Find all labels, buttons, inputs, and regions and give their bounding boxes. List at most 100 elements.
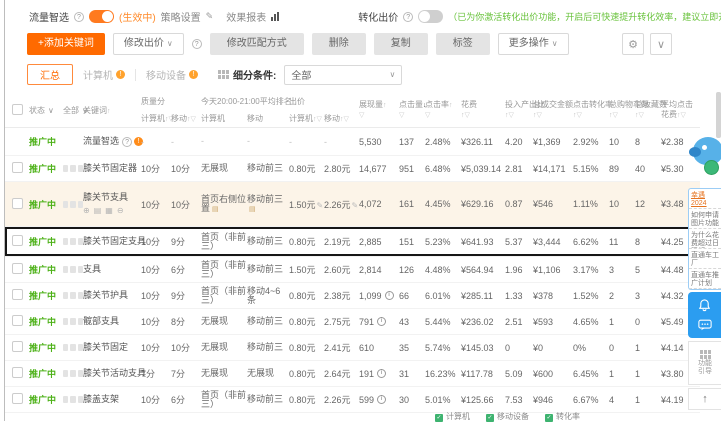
keyword-text[interactable]: 流量智选 [83, 136, 119, 147]
header-gmv[interactable]: 总成交金额 ↑▽ [533, 100, 573, 120]
info-icon[interactable]: i [377, 369, 387, 378]
header-match[interactable]: 全部 ∨ [63, 105, 88, 116]
header-ctr[interactable]: 点击率↑ ▽ [425, 100, 461, 120]
delete-button[interactable]: 删除 [311, 33, 366, 55]
bid-pc[interactable]: 0.80元✎ [289, 393, 324, 406]
vertical-scrollbar-thumb[interactable] [716, 92, 721, 138]
row-checkbox[interactable] [11, 315, 23, 326]
legend-item[interactable]: ✓ 计算机 [435, 411, 470, 422]
bid-mobile[interactable]: 2.38元✎ [324, 289, 359, 302]
keyword-text[interactable]: 膝关节支具 [83, 192, 128, 203]
help-panel[interactable]: 幸遇2024如何申请图片功能为什么花费超过日限额直通车工厂直通车推广计划 [688, 188, 721, 290]
bar-chart-icon[interactable] [271, 12, 280, 21]
header-bid-pc[interactable]: 计算机↑▽ [289, 113, 324, 124]
select-all-checkbox[interactable] [11, 103, 23, 115]
bid-pc[interactable]: 0.80元✎ [289, 367, 324, 380]
header-impressions[interactable]: 展现量↑ ▽ [359, 100, 399, 120]
rank-detail-icon[interactable]: ▤ [212, 206, 219, 213]
header-cart[interactable]: 总购物车数 ↑▽ [609, 100, 649, 120]
strategy-settings-link[interactable]: 策略设置 [161, 9, 201, 24]
assistant-green-icon[interactable] [704, 160, 719, 175]
bid-mobile[interactable]: 2.26元✎ [324, 393, 359, 406]
bid-mobile[interactable]: -✎ [324, 137, 359, 147]
bid-pc[interactable]: 1.50元✎ [289, 263, 324, 276]
more-actions-dropdown[interactable]: 更多操作 ∨ [497, 33, 569, 55]
bid-pc[interactable]: 0.80元✎ [289, 341, 324, 354]
bid-mobile[interactable]: 2.41元✎ [324, 341, 359, 354]
header-rank-mobile[interactable]: 移动 [247, 113, 289, 124]
header-clicks[interactable]: 点击量↓ ▽ [399, 100, 427, 120]
rank-detail-icon[interactable]: ▤ [249, 206, 256, 213]
header-roi[interactable]: 投入产出比 ↑▽ [505, 100, 545, 120]
keyword-text[interactable]: 膝关节固定器 [83, 163, 137, 174]
header-status[interactable]: 状态 ∨ [29, 105, 63, 116]
keyword-quick-actions[interactable]: ⊕ ▤ ▦ ⊖ [83, 205, 141, 216]
keyword-text[interactable]: 膝关节活动支具 [83, 368, 146, 379]
row-checkbox[interactable] [11, 263, 23, 274]
keyword-text[interactable]: 膝盖支架 [83, 394, 119, 405]
tab-summary[interactable]: 汇总 [27, 64, 73, 85]
info-icon[interactable]: ? [191, 39, 202, 49]
keyword-text[interactable]: 膝关节护具 [83, 290, 128, 301]
info-icon[interactable]: ? [74, 11, 84, 22]
conversion-bid-toggle[interactable] [418, 10, 444, 23]
gear-icon[interactable]: ⚙ [622, 33, 644, 55]
bid-mobile[interactable]: 2.19元✎ [324, 235, 359, 248]
bid-mobile[interactable]: 2.80元✎ [324, 162, 359, 175]
bell-icon[interactable] [698, 299, 711, 312]
row-checkbox[interactable] [11, 289, 23, 300]
edit-pencil-icon[interactable]: ✎ [206, 11, 214, 22]
bid-pc[interactable]: 0.80元✎ [289, 162, 324, 175]
report-link[interactable]: 效果报表 [226, 9, 266, 24]
row-checkbox[interactable] [11, 235, 23, 246]
help-link[interactable]: 直通车工厂 [689, 249, 721, 269]
tag-button[interactable]: 标签 [435, 33, 490, 55]
info-icon[interactable]: i [377, 317, 387, 326]
header-quality-mobile[interactable]: 移动↑▽ [171, 113, 201, 124]
row-checkbox[interactable] [11, 197, 23, 209]
bid-pc[interactable]: 0.80元✎ [289, 315, 324, 328]
row-checkbox[interactable] [11, 162, 23, 173]
help-link[interactable]: 直通车推广计划 [689, 269, 721, 289]
header-cpc[interactable]: 平均点击 花费↑▽ [661, 100, 695, 120]
bid-pc[interactable]: 0.80元✎ [289, 235, 324, 248]
header-cvr[interactable]: 点击转化率 ↑▽ [573, 100, 613, 120]
header-quality-pc[interactable]: 计算机↑▽ [141, 113, 174, 124]
copy-button[interactable]: 复制 [373, 33, 428, 55]
tab-mobile[interactable]: 移动设备! [136, 67, 208, 82]
modify-bid-dropdown[interactable]: 修改出价 ∨ [112, 33, 184, 55]
tab-pc[interactable]: 计算机! [73, 67, 135, 82]
header-cost[interactable]: 花费 ↑▽ [461, 100, 505, 120]
legend-item[interactable]: ✓ 转化率 [545, 411, 580, 422]
keyword-text[interactable]: 髋部支具 [83, 316, 119, 327]
traffic-smart-toggle[interactable] [89, 10, 114, 23]
keyword-text[interactable]: 膝关节固定支具 [83, 236, 146, 247]
header-bid-mobile[interactable]: 移动↑▽ [324, 113, 359, 124]
header-fav[interactable]: 总收藏数 ↑▽ [635, 100, 667, 120]
keyword-text[interactable]: 膝关节固定 [83, 342, 128, 353]
help-link[interactable]: 如何申请图片功能 [689, 209, 721, 229]
feature-guide-button[interactable]: 功能引导 [688, 341, 721, 385]
info-icon[interactable]: i [377, 395, 387, 404]
info-icon[interactable]: ? [403, 11, 414, 22]
bid-pc[interactable]: -✎ [289, 137, 324, 147]
add-keyword-button[interactable]: +添加关键词 [27, 33, 105, 55]
help-link[interactable]: 为什么花费超过日限额 [689, 229, 721, 249]
bid-pc[interactable]: 1.50元✎ [289, 198, 324, 211]
bid-mobile[interactable]: 2.75元✎ [324, 315, 359, 328]
bid-mobile[interactable]: 2.60元✎ [324, 263, 359, 276]
help-link[interactable]: 幸遇2024 [689, 189, 721, 209]
filter-select[interactable]: 全部 ∨ [284, 64, 403, 85]
row-checkbox[interactable] [11, 341, 23, 352]
chat-icon[interactable] [697, 319, 712, 331]
row-checkbox[interactable] [11, 393, 23, 404]
bid-mobile[interactable]: 2.26元✎ [324, 198, 359, 211]
row-checkbox[interactable] [11, 367, 23, 378]
bid-mobile[interactable]: 2.64元✎ [324, 367, 359, 380]
bid-pc[interactable]: 0.80元✎ [289, 289, 324, 302]
legend-item[interactable]: ✓ 移动设备 [486, 411, 529, 422]
header-rank-pc[interactable]: 计算机 [201, 113, 247, 124]
modify-match-button[interactable]: 修改匹配方式 [209, 33, 304, 55]
chevron-down-icon[interactable]: ∨ [650, 33, 672, 55]
keyword-text[interactable]: 支具 [83, 264, 101, 275]
